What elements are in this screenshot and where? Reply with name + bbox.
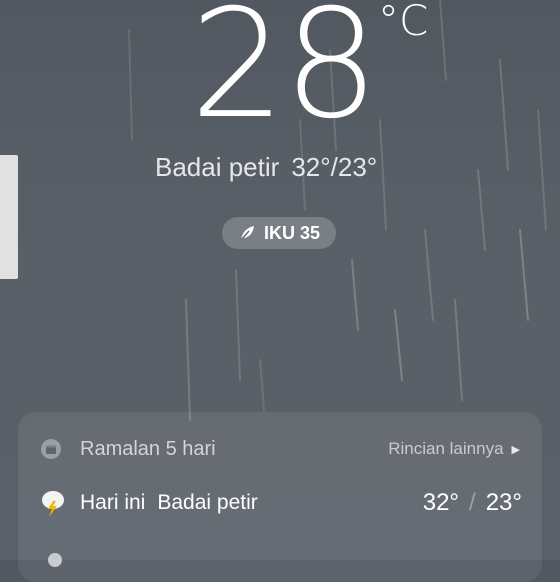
side-panel-handle[interactable] [0, 155, 18, 279]
current-condition: Badai petir [155, 151, 280, 182]
thunderstorm-icon [38, 488, 68, 518]
forecast-day-temps: 32° / 23° [423, 489, 522, 517]
forecast-header: Ramalan 5 hari Rincian lainnya ▶ [40, 434, 520, 464]
forecast-day-low: 23° [485, 489, 522, 516]
more-details-label: Rincian lainnya [388, 439, 504, 458]
current-high-low: 32°/23° [291, 151, 378, 182]
aqi-label: IKU 35 [263, 222, 321, 243]
temp-separator: / [469, 489, 476, 516]
forecast-day-label: Hari ini [80, 491, 146, 514]
chevron-right-icon: ▶ [511, 443, 520, 456]
aqi-chip[interactable]: IKU 35 [222, 217, 336, 249]
forecast-day-high: 32° [422, 489, 460, 516]
forecast-day-condition: Badai petir [157, 491, 258, 514]
leaf-icon [238, 224, 256, 242]
more-details-link[interactable]: Rincian lainnya ▶ [388, 439, 520, 459]
calendar-icon [40, 438, 62, 460]
temperature-unit: °C [378, 0, 429, 45]
forecast-day-row[interactable]: Hari ini Badai petir 32° / 23° [38, 486, 522, 520]
current-summary: Badai petir 32°/23° [155, 150, 377, 184]
current-temperature: 28 [190, 0, 379, 152]
next-row-icon [48, 553, 62, 567]
forecast-title: Ramalan 5 hari [80, 437, 216, 460]
